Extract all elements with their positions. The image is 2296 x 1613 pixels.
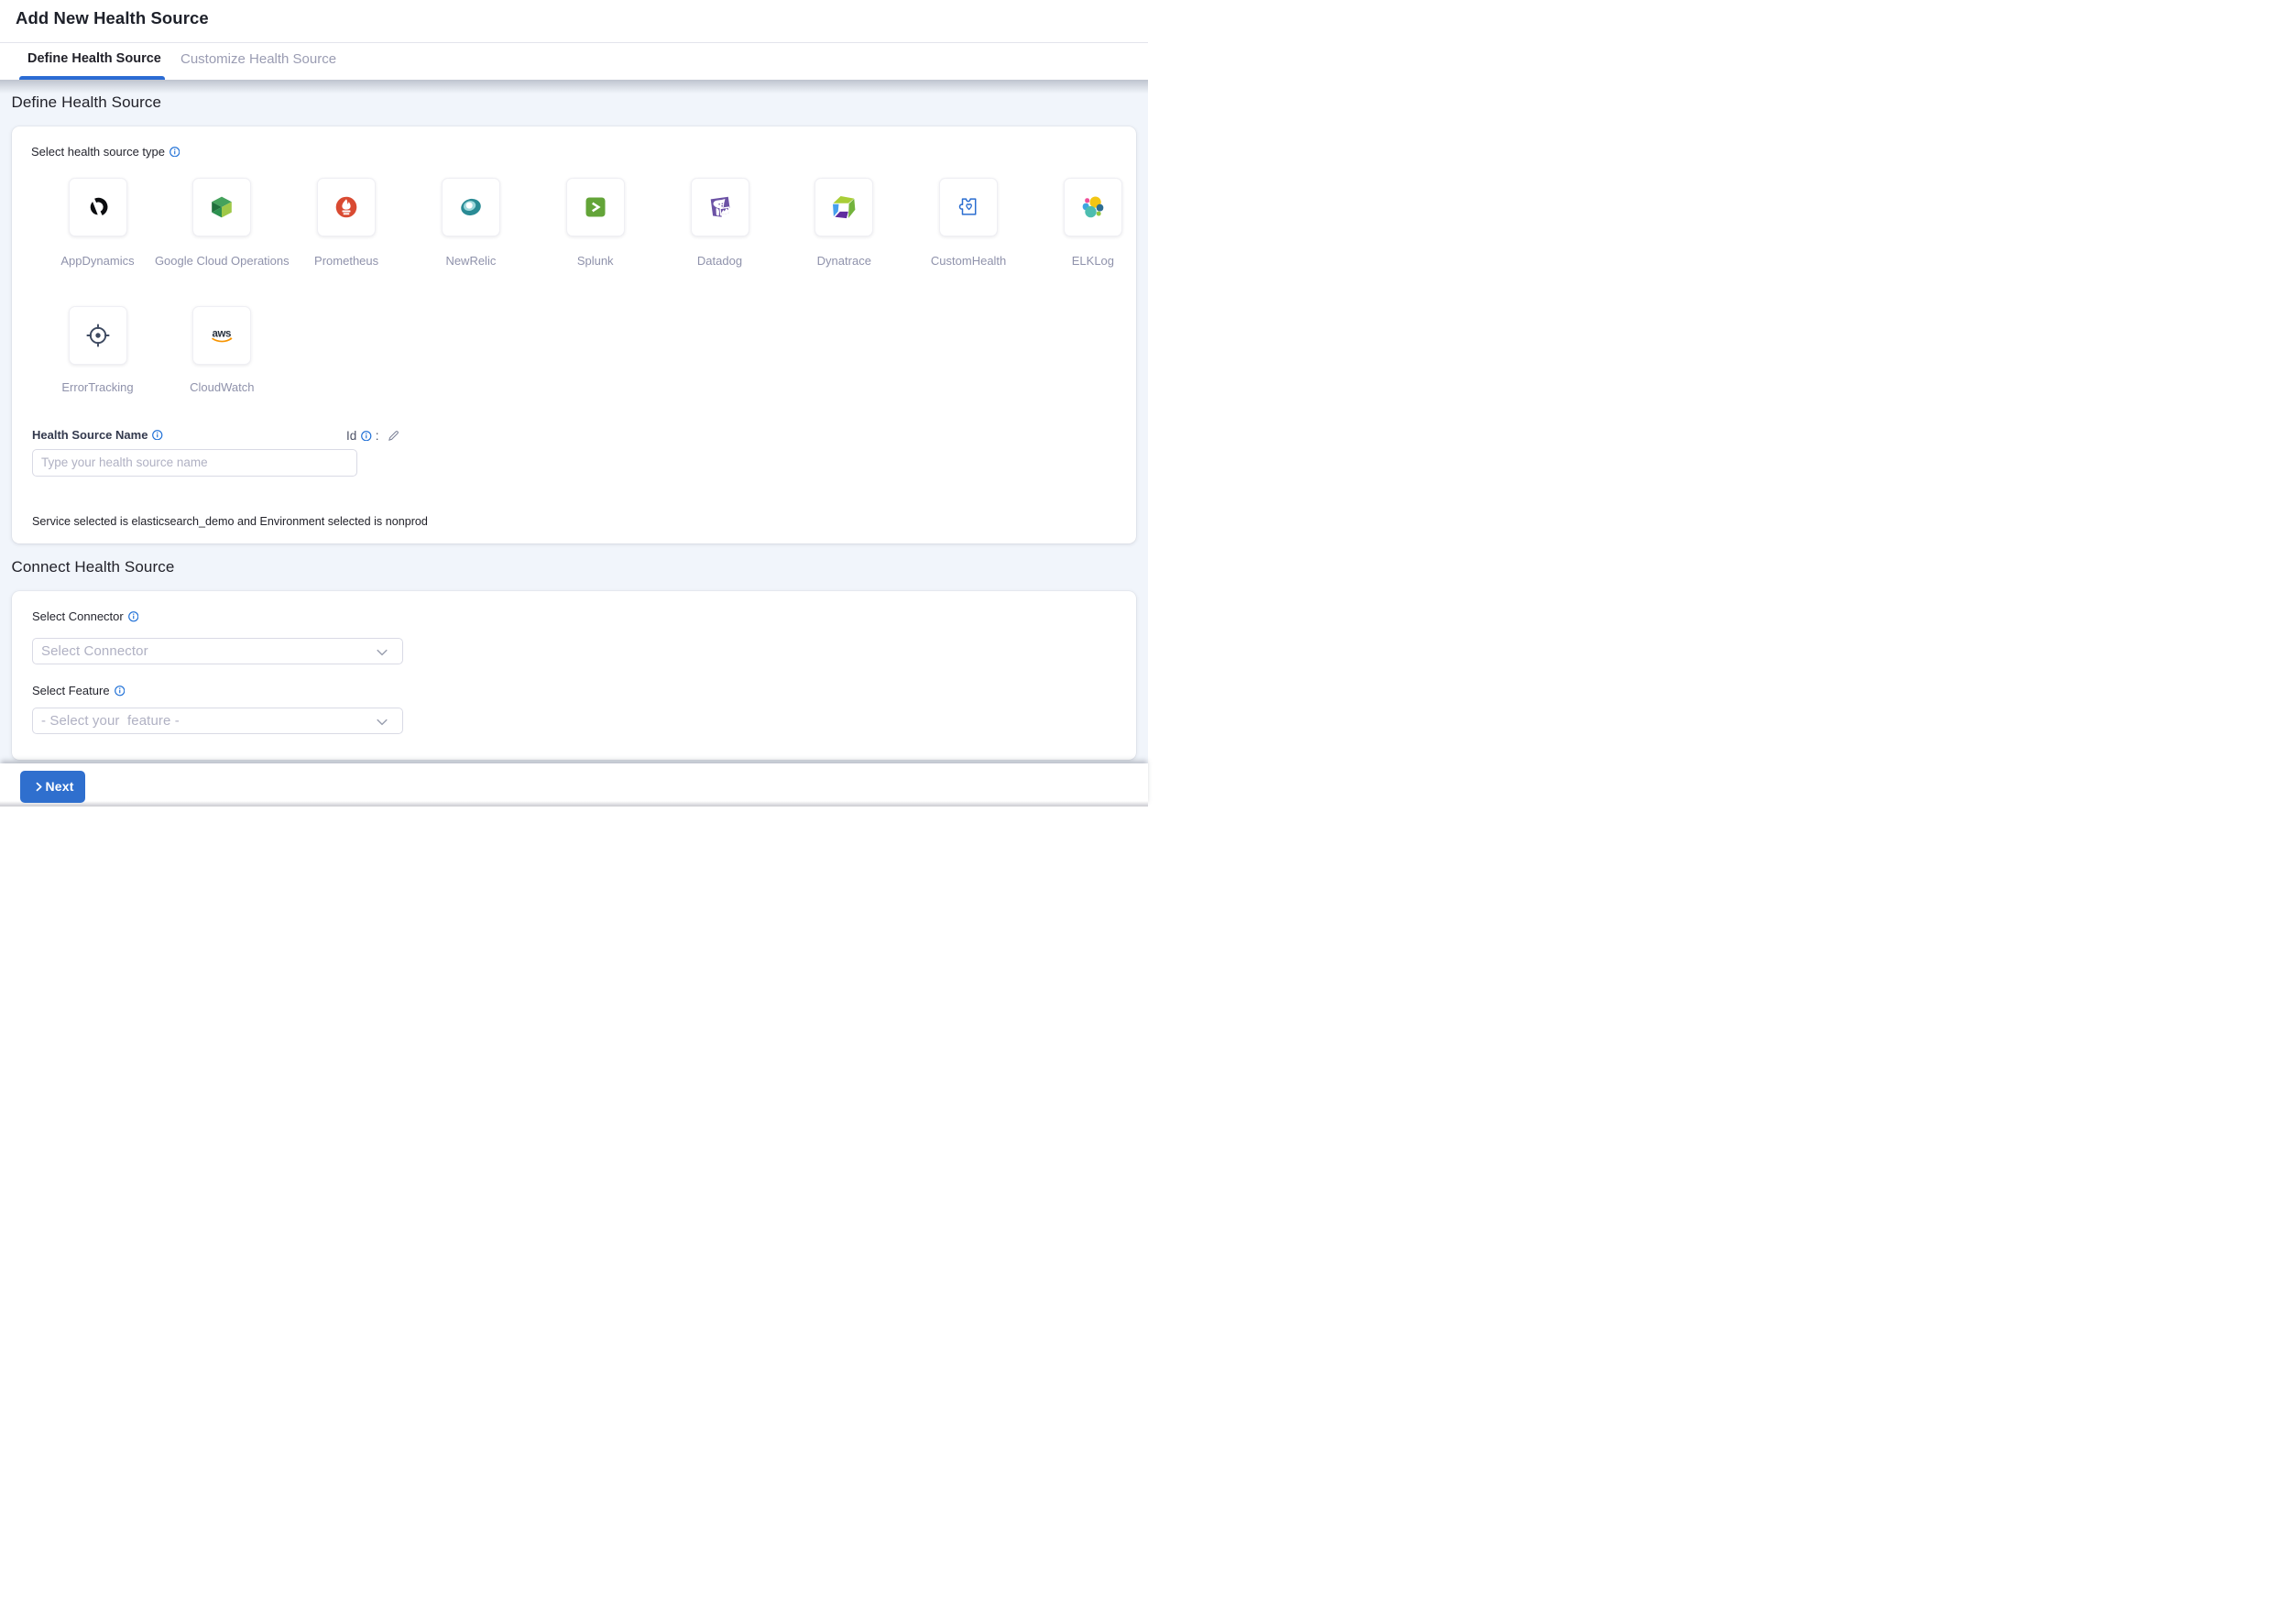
svg-text:aws: aws (213, 328, 232, 339)
